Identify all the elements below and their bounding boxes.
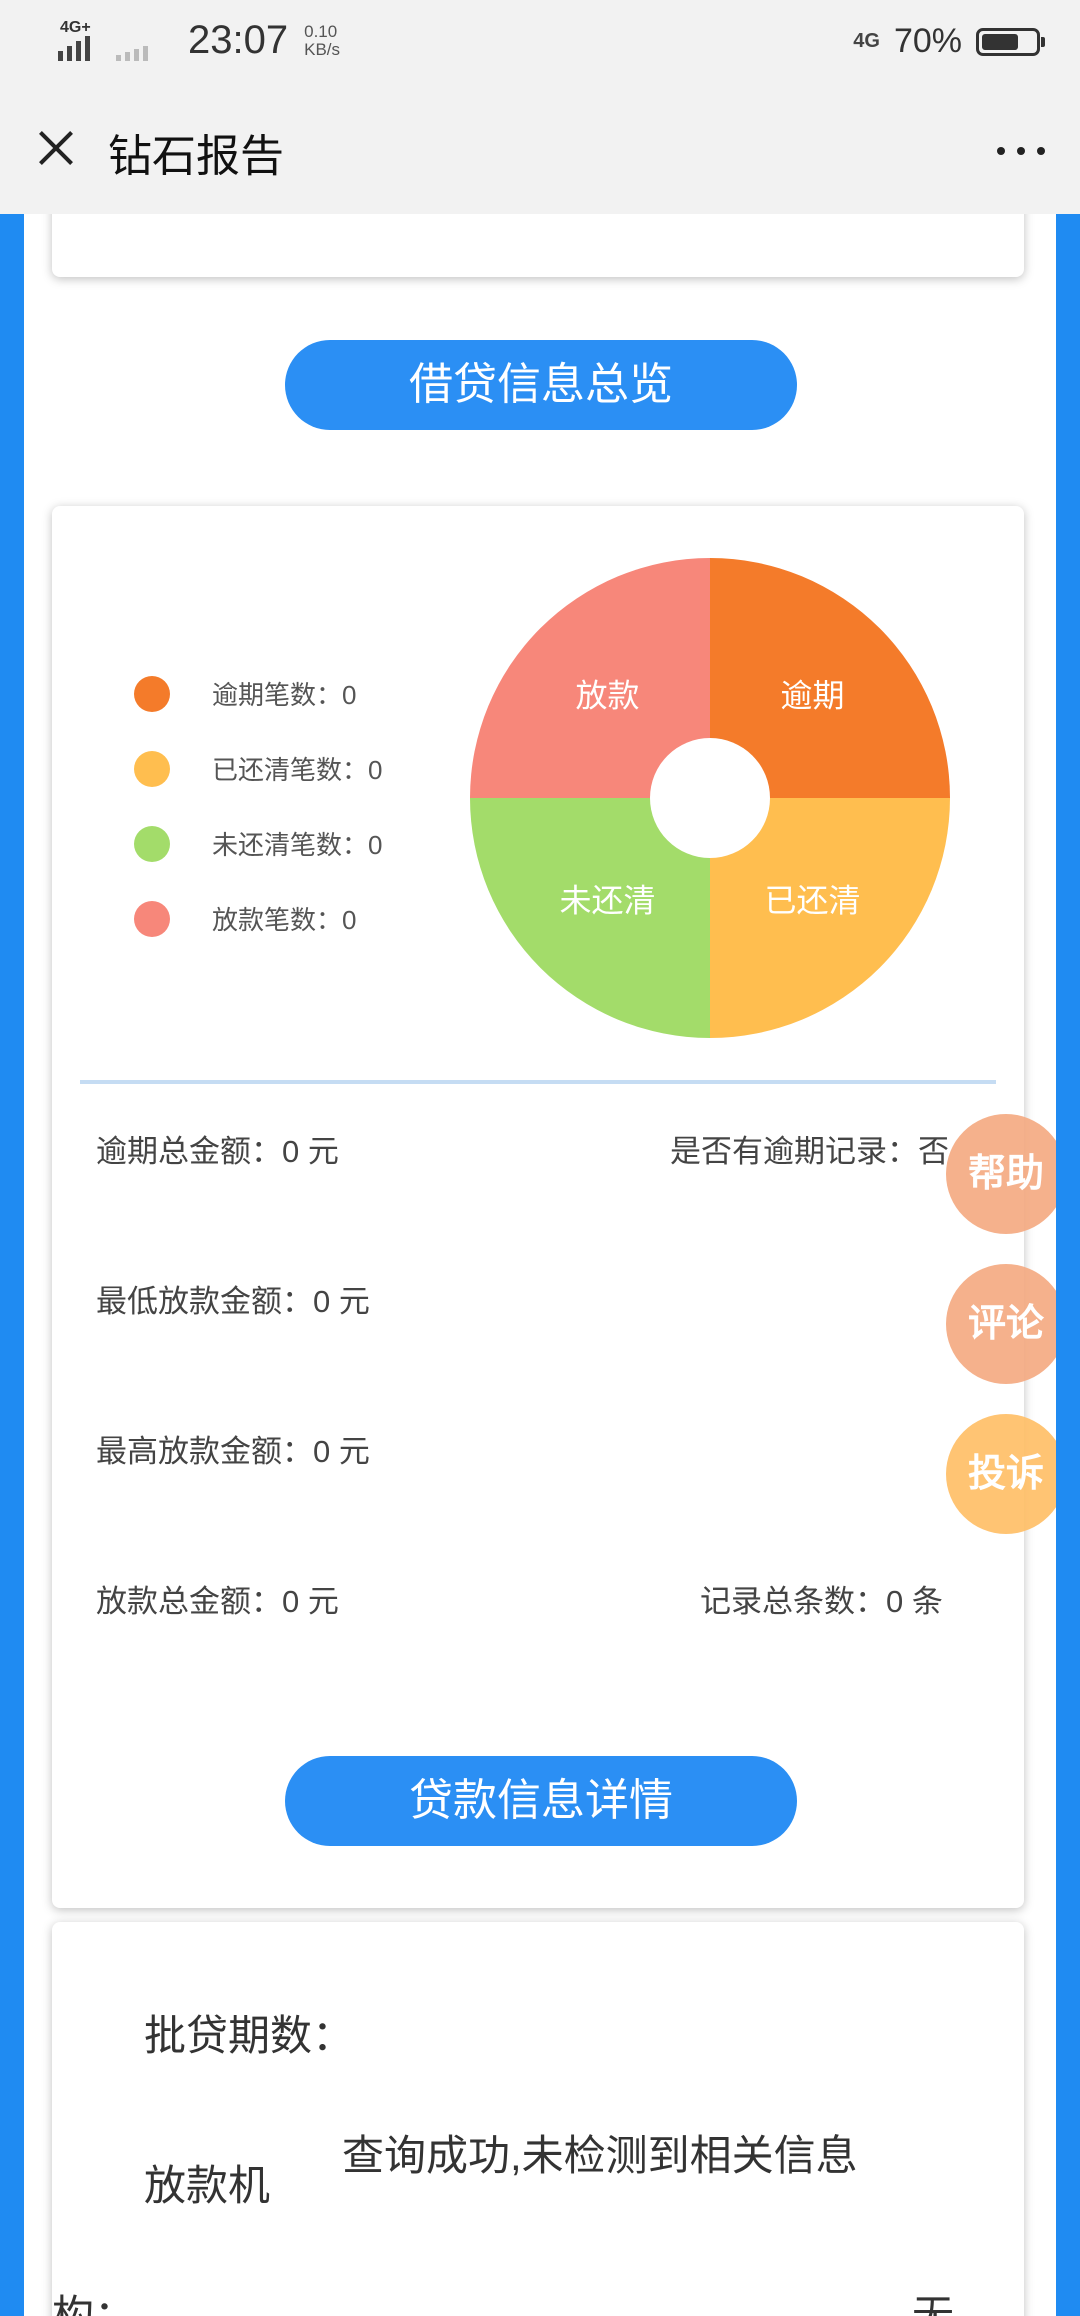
page-title: 钻石报告 bbox=[108, 132, 284, 181]
legend-label: 放款笔数：0 bbox=[212, 905, 357, 935]
loan-status-pie-chart: 逾期已还清 未还清 放款 bbox=[470, 558, 950, 1038]
chart-legend: 逾期笔数：0 已还清笔数：0 未还清笔数：0 放款笔数：0 bbox=[134, 656, 382, 956]
signal-icon-secondary bbox=[116, 21, 162, 61]
pie-slice-label: 逾期 bbox=[781, 677, 845, 713]
previous-card bbox=[52, 214, 1024, 277]
pie-slice-label: 已还清 bbox=[765, 883, 861, 919]
record-count: 记录总条数：0 条 bbox=[700, 1584, 943, 1619]
detail-card: 批贷期数： 查询成功,未检测到相关信息 放款机 构： 无 bbox=[52, 1922, 1024, 2316]
network-speed: 0.10 KB/s bbox=[304, 21, 341, 59]
detail-section-header: 贷款信息详情 bbox=[285, 1756, 797, 1846]
legend-dot bbox=[134, 900, 170, 937]
overview-card: 逾期笔数：0 已还清笔数：0 未还清笔数：0 放款笔数：0 逾期 已还清 未还清 放款… bbox=[52, 506, 1024, 1908]
network-type: 4G+ bbox=[60, 18, 91, 36]
periods-label: 批贷期数： bbox=[144, 2012, 355, 2059]
pie-slice-label: 未还清 bbox=[559, 883, 655, 919]
legend-dot bbox=[134, 825, 170, 862]
legend-dot bbox=[134, 750, 170, 787]
complain-button[interactable]: 投诉 bbox=[946, 1414, 1056, 1534]
legend-label: 未还清笔数：0 bbox=[212, 830, 383, 860]
close-icon[interactable] bbox=[30, 122, 82, 174]
pie-slice-label: 放款 bbox=[575, 677, 639, 713]
network-speed-value: 0.10 bbox=[304, 21, 338, 41]
battery-icon bbox=[976, 27, 1045, 56]
network-type-right: 4G bbox=[853, 30, 880, 52]
divider bbox=[80, 1080, 996, 1084]
battery-percent: 70% bbox=[893, 22, 962, 60]
min-loan-amount: 最低放款金额：0 元 bbox=[96, 1284, 370, 1319]
legend-dot bbox=[134, 675, 170, 712]
more-options-icon[interactable] bbox=[986, 136, 1056, 166]
none-value: 无 bbox=[912, 2292, 955, 2316]
network-speed-unit: KB/s bbox=[304, 39, 341, 59]
institution-label-continued: 构： bbox=[52, 2292, 137, 2316]
legend-item-unpaid: 未还清笔数：0 bbox=[134, 806, 382, 881]
legend-label: 已还清笔数：0 bbox=[212, 755, 383, 785]
help-button[interactable]: 帮助 bbox=[946, 1114, 1056, 1234]
loan-total-amount: 放款总金额：0 元 bbox=[96, 1584, 339, 1619]
comment-button[interactable]: 评论 bbox=[946, 1264, 1056, 1384]
legend-item-loan: 放款笔数：0 bbox=[134, 881, 382, 956]
legend-label: 逾期笔数：0 bbox=[212, 680, 357, 710]
legend-item-paid: 已还清笔数：0 bbox=[134, 731, 382, 806]
institution-label: 放款机 bbox=[144, 2162, 271, 2209]
signal-icon: 4G+ bbox=[58, 18, 104, 61]
title-bar: 钻石报告 bbox=[0, 86, 1080, 214]
max-loan-amount: 最高放款金额：0 元 bbox=[96, 1434, 370, 1469]
clock: 23:07 bbox=[188, 18, 289, 62]
legend-item-overdue: 逾期笔数：0 bbox=[134, 656, 382, 731]
has-overdue-record: 是否有逾期记录：否 bbox=[670, 1134, 949, 1169]
pie-center-hole bbox=[650, 738, 770, 858]
overdue-total-amount: 逾期总金额：0 元 bbox=[96, 1134, 339, 1169]
overview-section-header: 借贷信息总览 bbox=[285, 340, 797, 430]
no-data-message: 查询成功,未检测到相关信息 bbox=[342, 2132, 858, 2179]
status-bar: 4G+ 23:07 0.10 KB/s 4G 70% bbox=[0, 0, 1080, 86]
report-content[interactable]: 借贷信息总览 逾期笔数：0 已还清笔数：0 未还清笔数：0 放款笔数：0 逾期已… bbox=[24, 214, 1056, 2316]
